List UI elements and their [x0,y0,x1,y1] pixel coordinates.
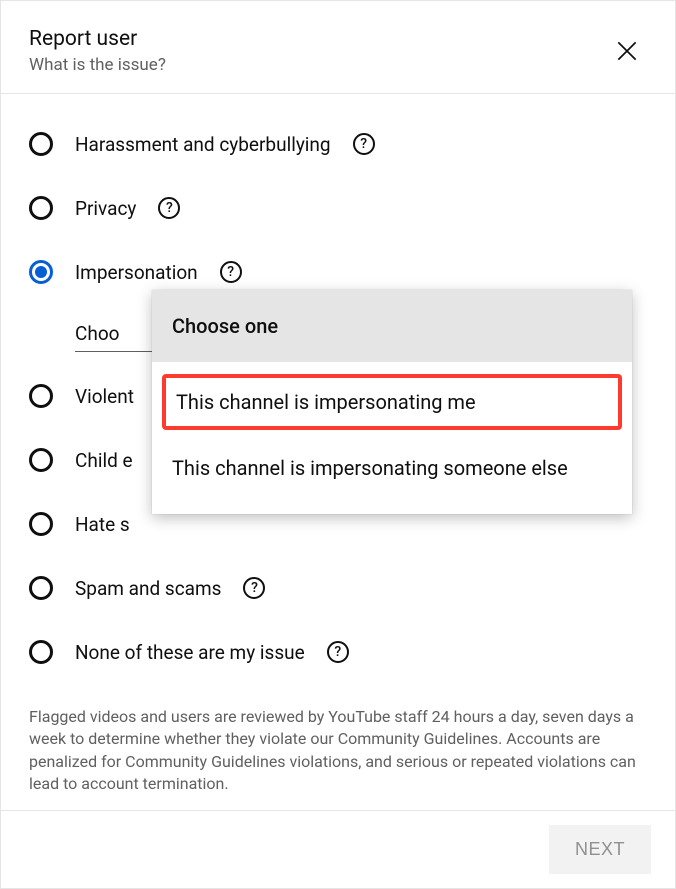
dialog-title: Report user [29,27,166,51]
close-icon [614,38,640,64]
option-privacy[interactable]: Privacy ? [29,176,647,240]
option-harassment[interactable]: Harassment and cyberbullying ? [29,112,647,176]
option-label: None of these are my issue [75,641,305,664]
option-label: Harassment and cyberbullying [75,133,331,156]
radio-icon [29,448,53,472]
radio-icon [29,576,53,600]
dropdown-header: Choose one [152,290,632,362]
option-label: Privacy [75,197,136,220]
option-none[interactable]: None of these are my issue ? [29,620,647,684]
radio-icon-selected [29,260,53,284]
option-label: Hate s [75,513,130,536]
radio-icon [29,384,53,408]
disclaimer-text: Flagged videos and users are reviewed by… [29,706,647,796]
dialog-header: Report user What is the issue? [1,1,675,94]
next-button[interactable]: NEXT [549,825,651,874]
option-label: Spam and scams [75,577,221,600]
option-label: Violent [75,385,134,408]
report-user-dialog: Report user What is the issue? Harassmen… [0,0,676,889]
radio-icon [29,512,53,536]
radio-icon [29,132,53,156]
radio-icon [29,196,53,220]
dialog-body: Harassment and cyberbullying ? Privacy ?… [1,94,675,810]
help-icon[interactable]: ? [353,133,375,155]
help-icon[interactable]: ? [220,261,242,283]
impersonation-dropdown: Choose one This channel is impersonating… [152,290,632,514]
dialog-subtitle: What is the issue? [29,55,166,75]
option-spam[interactable]: Spam and scams ? [29,556,647,620]
close-button[interactable] [607,31,647,71]
header-text: Report user What is the issue? [29,27,166,75]
help-icon[interactable]: ? [327,641,349,663]
help-icon[interactable]: ? [158,197,180,219]
option-label: Impersonation [75,261,198,284]
help-icon[interactable]: ? [243,577,265,599]
dropdown-item-impersonating-someone-else[interactable]: This channel is impersonating someone el… [152,436,632,500]
dialog-footer: NEXT [1,810,675,888]
radio-icon [29,640,53,664]
dropdown-item-impersonating-me[interactable]: This channel is impersonating me [162,374,622,430]
option-label: Child e [75,449,133,472]
